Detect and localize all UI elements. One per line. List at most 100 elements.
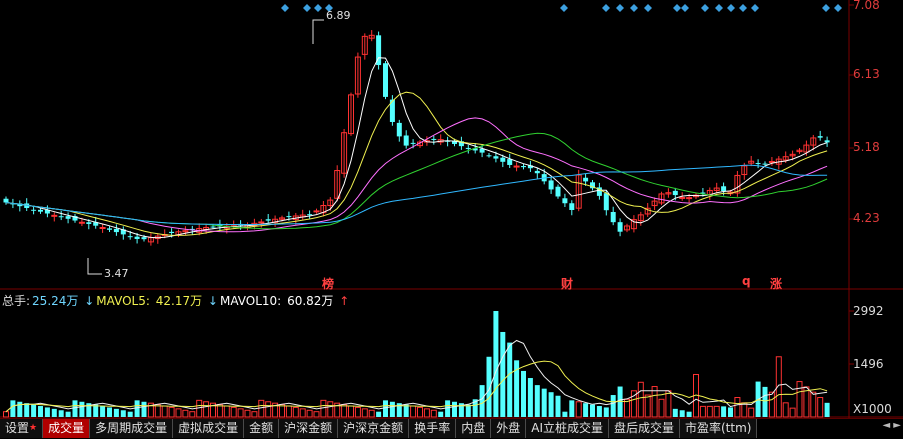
volume-bar [575,401,582,418]
volume-bar [285,405,292,418]
tab-outer-volume[interactable]: 外盘 [491,419,527,438]
volume-bar [665,390,672,418]
volume-bar [93,404,99,417]
volume-bar [258,399,265,418]
event-diamond-icon [303,4,311,12]
candle-body [672,190,678,196]
kline-chart[interactable] [0,0,903,438]
volume-bar [244,409,251,418]
event-diamond-icon [630,4,638,12]
candle-body [493,156,499,159]
volume-bar [44,407,50,417]
volume-bar [196,399,203,418]
volume-bar [383,400,388,417]
tab-amount[interactable]: 金额 [244,419,280,438]
candle-body [265,219,271,221]
volume-bar [445,400,451,417]
volume-bar [583,403,589,417]
candle-body [583,177,589,182]
tab-label: 盘后成交量 [613,421,674,435]
down-arrow-icon: ↓ [84,294,95,308]
candle-body [99,226,106,229]
event-diamond-icon [314,4,322,12]
candle-body [86,222,92,224]
tab-label: AI立桩成交量 [531,421,603,435]
candle-body [141,237,147,240]
event-marker[interactable]: 榜 [322,275,334,292]
volume-bar [292,406,299,418]
volume-bar [500,331,506,417]
ma-60-line [5,164,828,225]
volume-bar [789,407,796,418]
volume-bar [699,405,706,418]
volume-bar [216,404,223,418]
down-arrow-icon: ↓ [207,294,218,308]
candle-body [58,216,64,218]
tab-sh-sz-bj-amount[interactable]: 沪深京金额 [338,419,410,438]
volume-bar [610,395,616,417]
volume-bar [569,400,575,417]
volume-bar [555,395,561,417]
event-diamond-icon [644,4,652,12]
ma-30-line [5,132,828,230]
volume-bar [313,411,320,418]
volume-bar [679,410,685,417]
volume-bar [251,411,258,418]
volume-bar [223,405,230,418]
tab-label: 成交量 [48,421,85,435]
candle-body [610,211,616,223]
volume-bar [10,400,16,417]
tab-label: 设置 [5,421,30,435]
event-marker[interactable]: 涨 [770,275,782,292]
tab-inner-volume[interactable]: 内盘 [456,419,492,438]
event-diamond-icon [560,4,568,12]
event-diamond-icon [673,4,681,12]
volume-bar [368,409,375,418]
volume-bar [438,411,444,417]
candle-body [721,186,727,192]
candle-body [824,140,830,143]
volume-bar [24,403,30,417]
event-marker[interactable]: 财 [561,275,573,292]
candle-body [465,147,471,149]
volume-bar [79,401,85,417]
volume-bar [541,388,547,417]
tab-pe-ttm[interactable]: 市盈率(ttm) [680,419,758,438]
volume-bar [279,404,285,418]
volume-bar [361,408,368,418]
candle-body [755,163,761,165]
mavol10-value: 60.82万 [287,294,334,308]
tab-scroll-arrows[interactable]: ◄ ► [882,420,901,431]
volume-bar [113,408,119,417]
volume-bar [734,397,741,418]
candle-body [313,210,320,213]
indicator-tab-bar: 设置★ 成交量 多周期成交量 虚拟成交量 金额 沪深金额 沪深京金额 换手率 内… [0,418,903,439]
ma-5-line [5,57,828,239]
candle-body [762,163,768,165]
event-diamond-icon [727,4,735,12]
tab-multi-period-volume[interactable]: 多周期成交量 [90,419,174,438]
volume-bar [590,404,595,417]
volume-bar [782,402,789,418]
event-diamond-icon [715,4,723,12]
event-diamond-icon [681,4,689,12]
tab-ai-volume[interactable]: AI立桩成交量 [526,419,609,438]
volume-bar [38,406,43,417]
volume-bar [58,410,64,417]
volume-bar [389,401,395,417]
tab-volume[interactable]: 成交量 [43,419,91,438]
tab-turnover-rate[interactable]: 换手率 [409,419,457,438]
volume-bar [168,406,175,418]
tab-virtual-volume[interactable]: 虚拟成交量 [173,419,245,438]
volume-axis-label: 1496 [853,357,884,371]
tab-sh-sz-amount[interactable]: 沪深金额 [279,419,339,438]
volume-bar [182,409,189,418]
volume-bar [299,408,306,418]
tab-after-hours-volume[interactable]: 盘后成交量 [608,419,680,438]
event-marker[interactable]: q [742,274,751,288]
volume-bar [3,411,9,418]
volume-bar [354,406,361,418]
volume-bar [534,385,540,417]
candle-body [507,159,513,165]
tab-settings[interactable]: 设置★ [0,419,44,438]
